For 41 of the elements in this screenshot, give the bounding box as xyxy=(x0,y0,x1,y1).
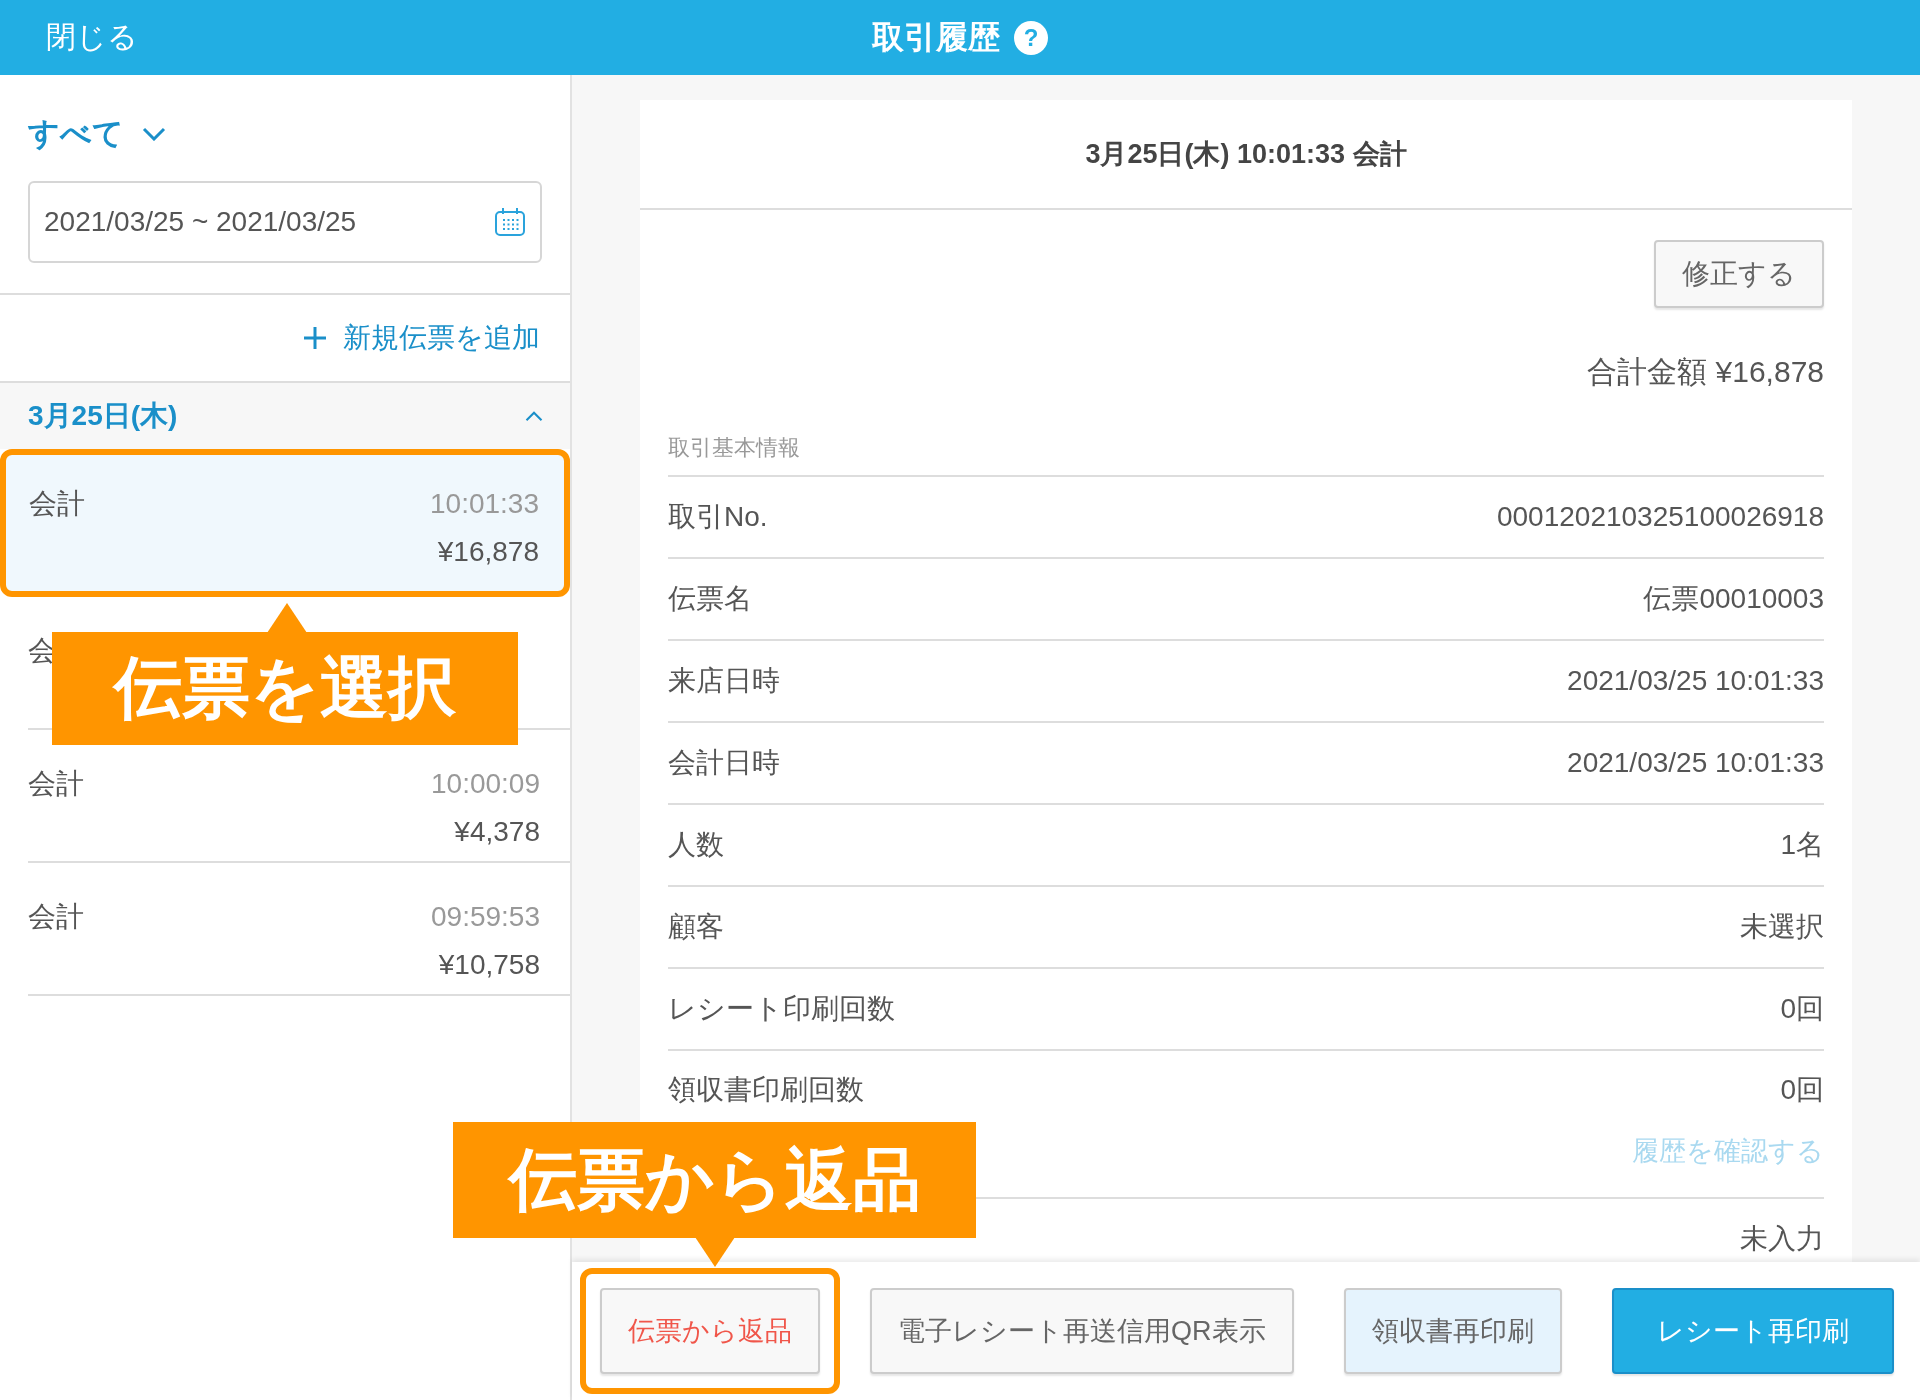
field-value: 0回 xyxy=(1780,992,1824,1026)
close-button[interactable]: 閉じる xyxy=(46,17,138,58)
date-group-header[interactable]: 3月25日(木) xyxy=(0,383,570,449)
action-button[interactable]: 電子レシート再送信用QR表示 xyxy=(870,1288,1294,1374)
field-value: 未入力 xyxy=(1740,1222,1824,1256)
plus-icon xyxy=(303,326,327,350)
field-value: 2021/03/25 10:01:33 xyxy=(1567,747,1824,779)
field-value: 未選択 xyxy=(1740,910,1824,944)
filter-dropdown[interactable]: すべて xyxy=(28,113,166,155)
chevron-down-icon xyxy=(142,127,166,141)
action-button[interactable]: 伝票から返品 xyxy=(600,1288,820,1374)
action-button[interactable]: レシート再印刷 xyxy=(1611,1288,1894,1374)
field-label: 領収書印刷回数 xyxy=(668,1073,864,1107)
field-value: 2021/03/25 10:01:33 xyxy=(1567,665,1824,697)
field-value: 伝票00010003 xyxy=(1643,582,1824,616)
field-label: 顧客 xyxy=(668,910,724,944)
date-range-field[interactable]: 2021/03/25 ~ 2021/03/25 xyxy=(28,181,542,263)
field-label: 来店日時 xyxy=(668,664,780,698)
group-date: 3月25日(木) xyxy=(28,399,178,433)
add-slip-link[interactable]: 新規伝票を追加 xyxy=(303,319,540,357)
field-label: レシート印刷回数 xyxy=(668,992,895,1026)
calendar-icon xyxy=(494,207,526,237)
hint-tooltip: 伝票を選択 xyxy=(52,603,518,745)
total-amount: 合計金額 ¥16,878 xyxy=(1586,354,1824,390)
field-label: 取引No. xyxy=(668,500,768,534)
field-label: 会計日時 xyxy=(668,746,780,780)
field-label: 伝票名 xyxy=(668,582,752,616)
field-value: 000120210325100026918 xyxy=(1496,501,1824,533)
section-label: 取引基本情報 xyxy=(668,433,1824,477)
field-value: 1名 xyxy=(1780,828,1824,862)
help-icon[interactable]: ? xyxy=(1014,20,1048,55)
detail-title: 3月25日(木) 10:01:33 会計 xyxy=(1085,138,1407,171)
tooltip-pointer xyxy=(695,1237,735,1267)
action-button[interactable]: 領収書再印刷 xyxy=(1343,1288,1562,1374)
tooltip-pointer xyxy=(267,603,307,633)
field-label: 人数 xyxy=(668,828,724,862)
field-value: 0回 xyxy=(1780,1073,1824,1107)
edit-button[interactable]: 修正する xyxy=(1654,240,1824,308)
transaction-item[interactable]: 会計 10:01:33 ¥16,878 xyxy=(0,449,570,597)
hint-tooltip: 伝票から返品 xyxy=(453,1122,976,1267)
window-title: 取引履歴 xyxy=(872,17,1000,57)
